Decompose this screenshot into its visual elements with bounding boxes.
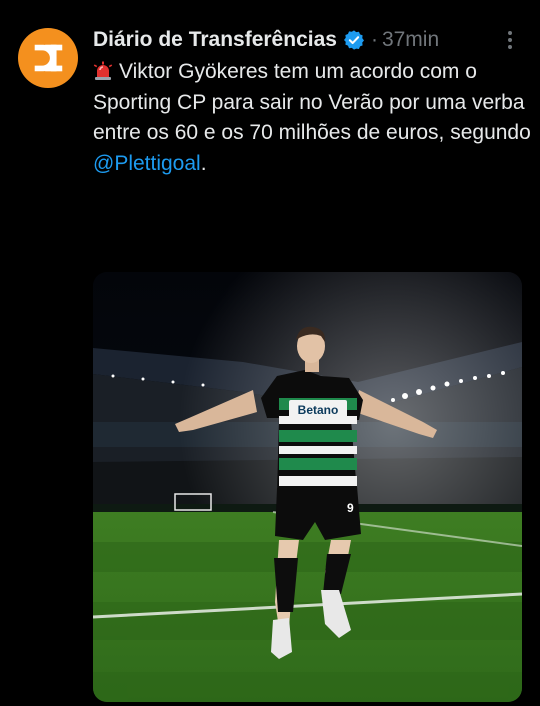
tweet-end: . — [200, 151, 207, 175]
dt-logo-icon — [34, 44, 63, 72]
siren-emoji-icon — [93, 61, 113, 80]
tweet-text: Viktor Gyökeres tem um acordo com o Spor… — [93, 57, 533, 179]
mention-link[interactable]: @Plettigoal — [93, 152, 201, 175]
tweet-body: Viktor Gyökeres tem um acordo com o Spor… — [93, 60, 531, 144]
jersey-sponsor: Betano — [298, 403, 339, 417]
author-name[interactable]: Diário de Transferências — [93, 28, 337, 52]
more-options-icon[interactable] — [500, 28, 520, 52]
verified-badge-icon — [343, 29, 365, 51]
avatar[interactable] — [18, 28, 78, 88]
time-separator: · — [370, 28, 378, 51]
tweet-media-photo[interactable]: 9 Betano — [93, 272, 522, 702]
tweet-header: Diário de Transferências · 37min — [93, 26, 520, 54]
timestamp[interactable]: 37min — [382, 28, 439, 52]
shorts-number: 9 — [347, 501, 354, 515]
